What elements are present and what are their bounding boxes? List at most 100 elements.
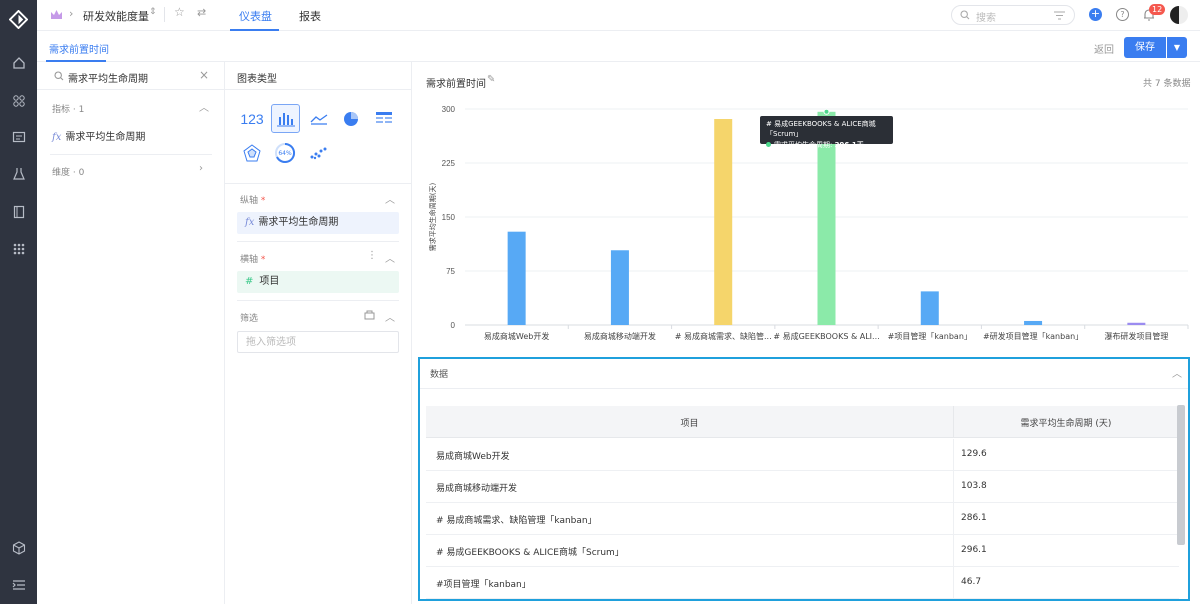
app-logo-icon[interactable] [9, 10, 28, 29]
line-chart-option[interactable] [305, 105, 333, 133]
radar-chart-option[interactable] [238, 139, 266, 167]
required-mark: * [260, 255, 266, 265]
x-tick-label: # 易成商城需求、缺陷管... [675, 331, 772, 341]
x-axis-field-label: 项目 [259, 276, 280, 287]
star-icon[interactable]: ☆ [174, 5, 185, 19]
cell-project: 易成商城Web开发 [436, 452, 510, 462]
filter-icon[interactable] [1054, 11, 1065, 20]
tab-reports[interactable]: 报表 [299, 8, 321, 24]
workspace-icon[interactable] [10, 128, 27, 145]
data-table-panel: 数据 ︿ 项目 需求平均生命周期 (天) 易成商城Web开发 129.6 易成商城移… [418, 357, 1190, 601]
collapse-menu-icon[interactable] [10, 576, 27, 593]
cell-value: 286.1 [961, 513, 987, 523]
metric-item[interactable]: fx 需求平均生命周期 [52, 128, 145, 143]
book-icon[interactable] [10, 203, 27, 220]
column-divider [953, 535, 954, 567]
tooltip-legend-dot [766, 142, 771, 147]
tab-lead-time[interactable]: 需求前置时间 [49, 41, 109, 56]
switch-chevron-icon[interactable]: ⇕ [149, 7, 157, 17]
metrics-header: 指标 · 1 [52, 105, 85, 115]
add-icon[interactable]: + [1089, 8, 1102, 21]
save-button[interactable]: 保存 [1124, 37, 1166, 58]
filter-collapse-icon[interactable]: ︿ [385, 309, 395, 324]
y-axis-collapse-icon[interactable]: ︿ [385, 191, 395, 206]
bar[interactable] [610, 250, 629, 325]
chart-title[interactable]: 需求前置时间 [426, 75, 486, 90]
filter-drop-zone[interactable]: 拖入筛选项 [237, 331, 399, 353]
cell-project: # 易成商城需求、缺陷管理「kanban」 [436, 516, 597, 526]
edit-title-icon[interactable]: ✎ [487, 74, 495, 85]
metrics-panel: 需求平均生命周期 × 指标 · 1 ︿ fx 需求平均生命周期 维度 · 0 › [37, 62, 225, 604]
back-button[interactable]: 返回 [1094, 41, 1114, 56]
cell-value: 103.8 [961, 481, 987, 491]
chart-config-panel: 图表类型 123 64% 纵轴 * ︿ fx 需求平均生命周期 横轴 * ⋮ ︿ … [225, 62, 412, 604]
cell-value: 129.6 [961, 449, 987, 459]
left-navigation [0, 0, 37, 604]
breadcrumb-title[interactable]: 研发效能度量 [83, 8, 149, 24]
bar-chart-option[interactable] [271, 104, 300, 133]
metric-search-icon [54, 71, 64, 81]
y-tick-label: 225 [442, 159, 456, 168]
x-axis-header: 横轴 * [240, 252, 265, 265]
metrics-collapse-icon[interactable]: ︿ [199, 99, 209, 114]
data-panel-title: 数据 [430, 370, 449, 380]
swap-icon[interactable]: ⇄ [197, 6, 206, 19]
cell-project: #项目管理「kanban」 [436, 580, 531, 590]
metric-search-input[interactable]: 需求平均生命周期 [68, 70, 148, 85]
kpi-number-chart-option[interactable]: 123 [238, 105, 266, 133]
cell-value: 296.1 [961, 545, 987, 555]
dimension-expand-icon[interactable]: › [199, 163, 203, 174]
grid-menu-icon[interactable] [10, 240, 27, 257]
tab-dashboard[interactable]: 仪表盘 [239, 8, 272, 24]
table-header: 项目 需求平均生命周期 (天) [426, 406, 1179, 438]
bar[interactable] [920, 291, 939, 325]
scatter-chart-option[interactable] [304, 139, 332, 167]
pie-chart-option[interactable] [337, 105, 365, 133]
table-row[interactable]: #项目管理「kanban」 46.7 [426, 567, 1179, 599]
column-header-project[interactable]: 项目 [426, 416, 953, 429]
y-axis-header: 纵轴 * [240, 193, 265, 206]
bar[interactable] [507, 231, 526, 325]
save-dropdown-chevron-icon[interactable]: ▼ [1167, 37, 1187, 58]
flask-icon[interactable] [10, 165, 27, 182]
bar[interactable] [1024, 320, 1043, 325]
column-header-value[interactable]: 需求平均生命周期 (天) [953, 416, 1179, 429]
scatter-chart-icon [310, 147, 327, 160]
gauge-chart-option[interactable]: 64% [271, 139, 299, 167]
help-icon[interactable]: ? [1116, 8, 1129, 21]
more-options-icon[interactable]: ⋮ [367, 250, 377, 261]
tooltip-metric: 需求平均生命周期: [774, 141, 833, 149]
table-row[interactable]: 易成商城Web开发 129.6 [426, 439, 1179, 471]
user-avatar[interactable] [1170, 6, 1188, 24]
column-divider [953, 567, 954, 599]
y-axis-field-chip[interactable]: fx 需求平均生命周期 [237, 212, 399, 234]
table-row[interactable]: # 易成GEEKBOOKS & ALICE商城「Scrum」 296.1 [426, 535, 1179, 567]
hash-icon: # [245, 276, 254, 287]
table-scrollbar[interactable] [1177, 405, 1185, 545]
bar[interactable] [1127, 322, 1146, 325]
cell-project: 易成商城移动端开发 [436, 484, 518, 494]
search-icon [960, 10, 970, 20]
table-row[interactable]: 易成商城移动端开发 103.8 [426, 471, 1179, 503]
sub-toolbar: 需求前置时间 [37, 31, 1200, 62]
x-tick-label: #研发项目管理「kanban」 [983, 331, 1083, 341]
apps-icon[interactable] [10, 92, 27, 109]
line-chart-icon [310, 114, 328, 125]
section-divider [50, 154, 212, 155]
table-chart-option[interactable] [370, 105, 398, 133]
highlight-point [823, 108, 830, 115]
data-panel-collapse-icon[interactable]: ︿ [1172, 365, 1182, 380]
table-chart-icon [376, 112, 392, 123]
metric-item-label: 需求平均生命周期 [65, 132, 146, 143]
bar[interactable] [714, 119, 733, 325]
clear-search-icon[interactable]: × [199, 68, 209, 82]
x-axis-field-chip[interactable]: # 项目 [237, 271, 399, 293]
table-row[interactable]: # 易成商城需求、缺陷管理「kanban」 286.1 [426, 503, 1179, 535]
tooltip-title: # 易成GEEKBOOKS & ALICE商城「Scrum」 [766, 120, 876, 138]
cube-icon[interactable] [10, 539, 27, 556]
global-search-input[interactable]: 搜索 [951, 5, 1075, 25]
filter-settings-icon[interactable] [364, 309, 375, 320]
chart-type-title: 图表类型 [237, 74, 277, 85]
home-icon[interactable] [10, 54, 27, 71]
x-axis-collapse-icon[interactable]: ︿ [385, 250, 395, 265]
